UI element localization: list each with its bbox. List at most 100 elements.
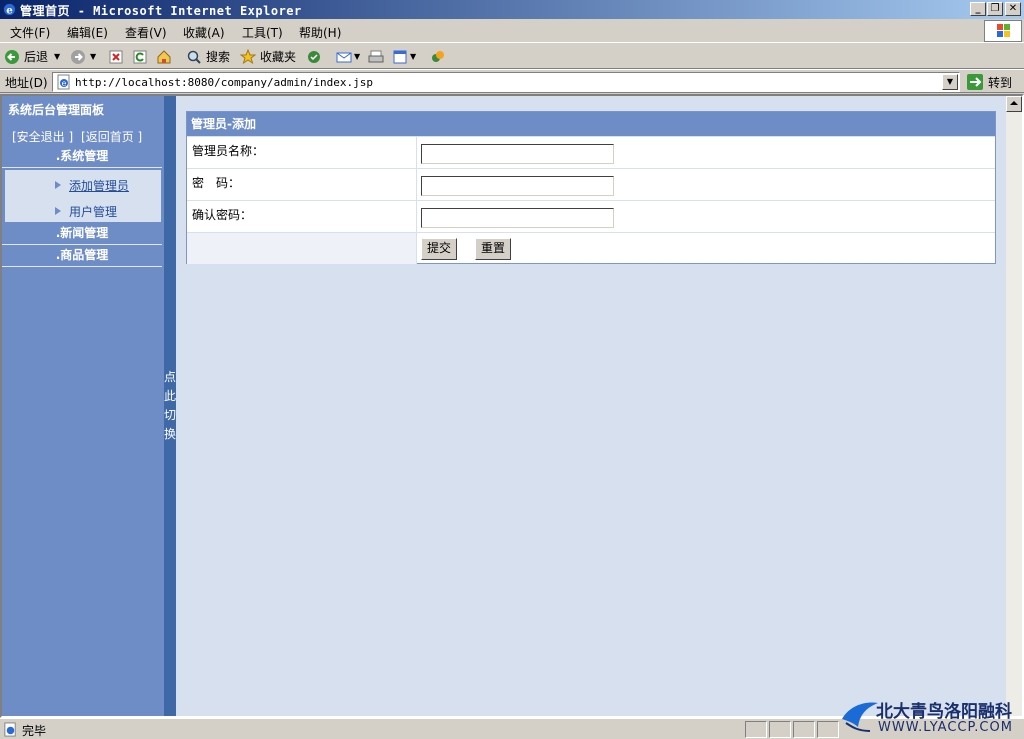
svg-text:e: e <box>6 4 13 16</box>
close-button[interactable]: ✕ <box>1005 2 1021 16</box>
system-submenu: 添加管理员 用户管理 <box>5 170 161 222</box>
menu-favorites[interactable]: 收藏(A) <box>183 24 225 41</box>
home-link[interactable]: [返回首页 ] <box>81 130 142 144</box>
go-label: 转到 <box>988 75 1013 90</box>
edit-page-icon <box>393 50 407 63</box>
reset-button[interactable]: 重置 <box>475 238 511 260</box>
back-arrow-icon <box>5 49 19 64</box>
password-label: 密 码： <box>187 169 417 200</box>
toolbar: 后退 ▼ ▼ 搜索 收藏夹 ▼ ▼ <box>0 44 1024 69</box>
bird-logo-icon <box>842 702 878 732</box>
page-icon: e <box>57 74 70 90</box>
status-pane <box>745 721 767 738</box>
menu-view[interactable]: 查看(V) <box>125 24 167 41</box>
stop-button[interactable] <box>108 47 124 66</box>
vertical-scrollbar[interactable] <box>1006 96 1022 716</box>
password-input[interactable] <box>421 176 614 196</box>
sidebar-item-user-management[interactable]: 用户管理 <box>69 203 117 220</box>
window-title: 管理首页 - Microsoft Internet Explorer <box>20 4 302 18</box>
left-nav-frame: 系统后台管理面板 [安全退出 ] [返回首页 ] .系统管理 添加管理员 用户管… <box>2 96 164 716</box>
username-input[interactable] <box>421 144 614 164</box>
form-row-username: 管理员名称： <box>187 136 995 168</box>
form-row-buttons: 提交 重置 <box>187 232 995 264</box>
svg-text:e: e <box>62 79 67 88</box>
address-bar: 地址(D) e http://localhost:8080/company/ad… <box>0 69 1024 93</box>
media-button[interactable] <box>306 47 322 66</box>
frame-toggle-label[interactable]: 点此切换 <box>164 368 176 444</box>
search-label: 搜索 <box>206 50 231 64</box>
forward-arrow-icon <box>71 49 85 64</box>
logout-link[interactable]: [安全退出 ] <box>12 130 73 144</box>
status-text: 完毕 <box>22 724 47 738</box>
triangle-right-icon <box>55 181 61 189</box>
status-pane <box>793 721 815 738</box>
frame-toggle-strip[interactable]: 点此切换 <box>164 96 176 716</box>
back-dropdown-icon[interactable]: ▼ <box>54 52 60 61</box>
search-button[interactable]: 搜索 <box>186 47 230 66</box>
search-icon <box>187 50 201 64</box>
menu-bar: 文件(F) 编辑(E) 查看(V) 收藏(A) 工具(T) 帮助(H) <box>0 19 1024 43</box>
triangle-right-icon <box>55 207 61 215</box>
section-system-management[interactable]: .系统管理 <box>2 146 162 168</box>
menu-tools[interactable]: 工具(T) <box>242 24 283 41</box>
windows-logo-icon <box>984 20 1022 42</box>
forward-dropdown-icon[interactable]: ▼ <box>90 52 96 61</box>
menu-file[interactable]: 文件(F) <box>10 24 50 41</box>
address-url: http://localhost:8080/company/admin/inde… <box>75 76 374 89</box>
main-pane: 管理员-添加 管理员名称： 密 码： 确认密码： 提交 重置 <box>176 96 1006 716</box>
go-button[interactable]: 转到 <box>966 72 1012 92</box>
minimize-button[interactable]: _ <box>970 2 986 16</box>
forward-button[interactable]: ▼ <box>70 47 96 66</box>
back-button[interactable]: 后退 ▼ <box>4 47 60 66</box>
mail-icon <box>336 52 352 62</box>
sidebar-links: [安全退出 ] [返回首页 ] <box>12 128 142 145</box>
form-row-confirm-password: 确认密码： <box>187 200 995 232</box>
scroll-up-icon[interactable] <box>1006 96 1022 112</box>
edit-dropdown-icon[interactable]: ▼ <box>410 52 416 61</box>
back-label: 后退 <box>24 50 49 64</box>
watermark-logo: 北大青鸟洛阳融科 WWW.LYACCP.COM <box>840 695 1024 739</box>
menu-help[interactable]: 帮助(H) <box>299 24 341 41</box>
print-button[interactable] <box>368 47 384 66</box>
address-dropdown-icon[interactable]: ▼ <box>942 74 958 90</box>
address-input[interactable]: e http://localhost:8080/company/admin/in… <box>52 72 960 92</box>
form-header: 管理员-添加 <box>187 112 995 136</box>
status-pane <box>817 721 839 738</box>
edit-button[interactable]: ▼ <box>392 47 416 66</box>
favorites-label: 收藏夹 <box>260 50 297 64</box>
mail-dropdown-icon[interactable]: ▼ <box>354 52 360 61</box>
add-admin-form: 管理员-添加 管理员名称： 密 码： 确认密码： 提交 重置 <box>186 111 996 264</box>
refresh-button[interactable] <box>132 47 148 66</box>
media-icon <box>308 50 320 63</box>
mail-button[interactable]: ▼ <box>336 47 360 66</box>
favorites-button[interactable]: 收藏夹 <box>240 47 296 66</box>
internet-explorer-icon: e <box>3 3 16 16</box>
page-done-icon <box>4 722 16 737</box>
sidebar-item-add-admin[interactable]: 添加管理员 <box>69 177 129 194</box>
refresh-icon <box>133 50 147 63</box>
confirm-password-label: 确认密码： <box>187 201 417 232</box>
section-product-management[interactable]: .商品管理 <box>2 245 162 267</box>
home-icon <box>157 49 171 63</box>
address-label: 地址(D) <box>5 76 48 90</box>
print-icon <box>368 50 384 62</box>
home-button[interactable] <box>156 47 172 66</box>
section-news-management[interactable]: .新闻管理 <box>2 223 162 245</box>
button-row-spacer <box>187 233 417 264</box>
form-row-password: 密 码： <box>187 168 995 200</box>
menu-edit[interactable]: 编辑(E) <box>67 24 108 41</box>
watermark-url: WWW.LYACCP.COM <box>878 720 1013 735</box>
panel-title: 系统后台管理面板 <box>8 103 105 117</box>
messenger-button[interactable] <box>430 47 446 66</box>
username-label: 管理员名称： <box>187 137 417 168</box>
status-pane <box>769 721 791 738</box>
restore-button[interactable]: ❐ <box>987 2 1003 16</box>
window-title-bar: e 管理首页 - Microsoft Internet Explorer _ ❐… <box>0 0 1024 19</box>
watermark-text: 北大青鸟洛阳融科 <box>876 702 1012 722</box>
submit-button[interactable]: 提交 <box>421 238 457 260</box>
messenger-icon <box>432 50 444 62</box>
confirm-password-input[interactable] <box>421 208 614 228</box>
go-arrow-icon <box>967 74 983 90</box>
stop-icon <box>109 50 123 63</box>
star-icon <box>240 48 256 64</box>
